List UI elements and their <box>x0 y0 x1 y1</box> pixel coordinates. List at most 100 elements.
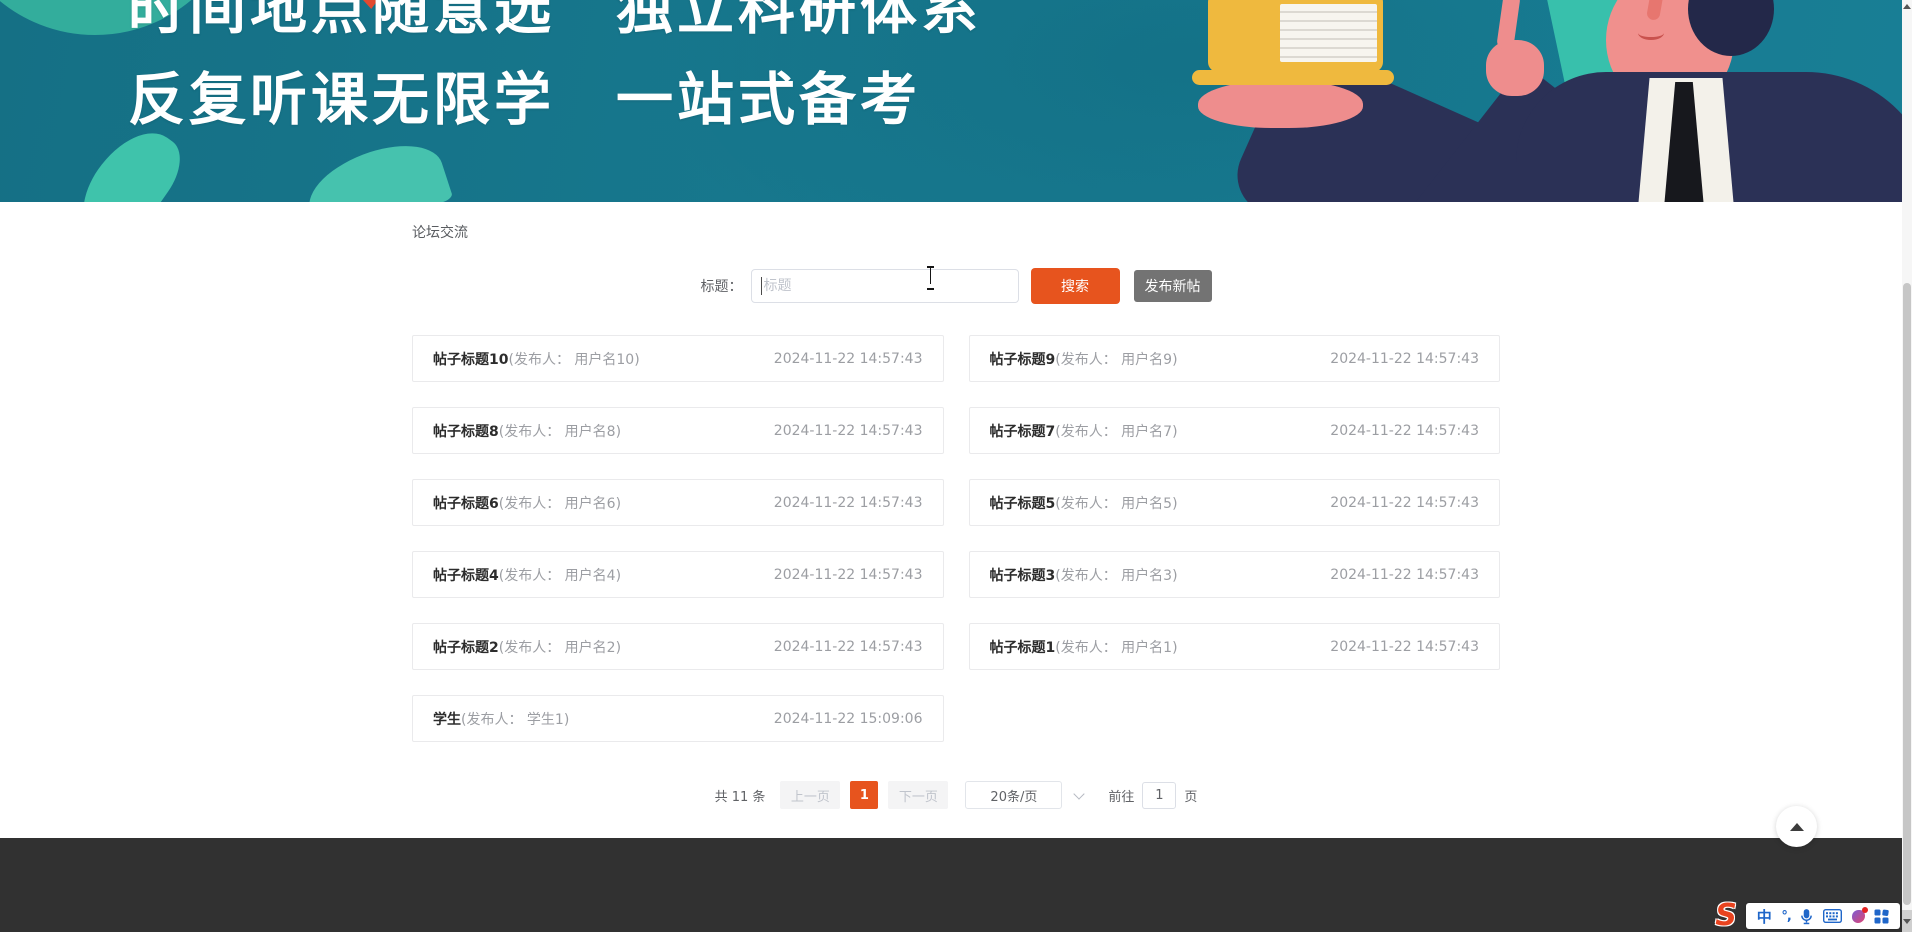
book-base-graphic <box>1192 70 1394 85</box>
banner-slogans: 时间地点随意选 独立科研体系 反复听课无限学 一站式备考 <box>128 0 982 135</box>
post-card[interactable]: 帖子标题9(发布人： 用户名9) 2024-11-22 14:57:43 <box>969 335 1501 382</box>
scroll-up-arrow-icon[interactable] <box>1903 4 1911 9</box>
page-1-button[interactable]: 1 <box>850 781 878 809</box>
post-byline: (发布人： 用户名1) <box>1055 640 1177 656</box>
post-title: 帖子标题10 <box>433 352 508 368</box>
post-byline: (发布人： 用户名4) <box>499 568 621 584</box>
post-card[interactable]: 帖子标题3(发布人： 用户名3) 2024-11-22 14:57:43 <box>969 551 1501 598</box>
chevron-down-icon[interactable] <box>1074 790 1084 800</box>
title-search-field <box>751 269 1019 303</box>
text-caret <box>761 277 762 295</box>
total-count-label: 共 11 条 <box>715 786 766 805</box>
ime-bar: 中 °, <box>1746 903 1900 929</box>
post-title: 帖子标题1 <box>990 640 1056 656</box>
post-byline: (发布人： 用户名8) <box>499 424 621 440</box>
microphone-icon[interactable] <box>1800 908 1813 925</box>
goto-page-input[interactable] <box>1142 782 1176 809</box>
keyboard-icon[interactable] <box>1823 909 1842 923</box>
ime-toolbox-icon[interactable] <box>1874 909 1889 924</box>
post-card[interactable]: 帖子标题1(发布人： 用户名1) 2024-11-22 14:57:43 <box>969 623 1501 670</box>
post-heading: 帖子标题3(发布人： 用户名3) <box>990 565 1178 585</box>
post-title: 帖子标题9 <box>990 352 1056 368</box>
post-time: 2024-11-22 14:57:43 <box>774 567 923 583</box>
post-grid: 帖子标题10(发布人： 用户名10) 2024-11-22 14:57:43 帖… <box>412 335 1500 742</box>
pointing-hand-graphic <box>1486 40 1544 96</box>
post-title: 帖子标题4 <box>433 568 499 584</box>
post-time: 2024-11-22 14:57:43 <box>774 495 923 511</box>
post-title: 帖子标题5 <box>990 496 1056 512</box>
post-heading: 帖子标题10(发布人： 用户名10) <box>433 349 640 369</box>
goto-suffix-label: 页 <box>1184 786 1197 805</box>
footer <box>0 838 1902 932</box>
post-time: 2024-11-22 14:57:43 <box>1330 351 1479 367</box>
screen: 时间地点随意选 独立科研体系 反复听课无限学 一站式备考 论坛交流 <box>0 0 1912 932</box>
post-heading: 帖子标题6(发布人： 用户名6) <box>433 493 621 513</box>
new-post-button[interactable]: 发布新帖 <box>1134 270 1212 302</box>
post-heading: 帖子标题7(发布人： 用户名7) <box>990 421 1178 441</box>
up-arrow-icon <box>1790 823 1804 831</box>
post-heading: 帖子标题9(发布人： 用户名9) <box>990 349 1178 369</box>
pagination: 共 11 条 上一页 1 下一页 20条/页 前往 页 <box>412 781 1500 809</box>
post-time: 2024-11-22 14:57:43 <box>1330 423 1479 439</box>
post-byline: (发布人： 用户名2) <box>499 640 621 656</box>
post-heading: 帖子标题8(发布人： 用户名8) <box>433 421 621 441</box>
next-page-button[interactable]: 下一页 <box>888 781 948 809</box>
post-card[interactable]: 帖子标题5(发布人： 用户名5) 2024-11-22 14:57:43 <box>969 479 1501 526</box>
banner-leaf-decoration <box>299 132 454 202</box>
chinese-mode-icon[interactable]: 中 <box>1757 906 1772 927</box>
post-byline: (发布人： 用户名3) <box>1055 568 1177 584</box>
main-content: 论坛交流 标题： 搜索 发布新帖 帖子标题10(发布人： 用户名10) 2024… <box>0 202 1902 838</box>
post-title: 帖子标题6 <box>433 496 499 512</box>
post-byline: (发布人： 用户名10) <box>508 352 639 368</box>
title-search-input[interactable] <box>751 269 1019 303</box>
scrollbar-thumb[interactable] <box>1903 283 1911 905</box>
post-time: 2024-11-22 14:57:43 <box>1330 495 1479 511</box>
book-pages-graphic <box>1280 4 1377 62</box>
search-bar: 标题： 搜索 发布新帖 <box>412 268 1500 304</box>
text-cursor-icon <box>926 266 935 286</box>
post-heading: 帖子标题5(发布人： 用户名5) <box>990 493 1178 513</box>
post-card[interactable]: 帖子标题10(发布人： 用户名10) 2024-11-22 14:57:43 <box>412 335 944 382</box>
post-title: 帖子标题3 <box>990 568 1056 584</box>
post-title: 帖子标题2 <box>433 640 499 656</box>
post-time: 2024-11-22 14:57:43 <box>774 351 923 367</box>
post-heading: 帖子标题2(发布人： 用户名2) <box>433 637 621 657</box>
post-byline: (发布人： 学生1) <box>461 712 569 728</box>
page-title: 论坛交流 <box>412 222 1500 242</box>
search-button[interactable]: 搜索 <box>1031 268 1120 304</box>
goto-label: 前往 <box>1108 786 1134 805</box>
post-title: 帖子标题8 <box>433 424 499 440</box>
person-smile-graphic <box>1638 26 1664 40</box>
post-title: 学生 <box>433 712 461 728</box>
post-time: 2024-11-22 14:57:43 <box>774 639 923 655</box>
post-card[interactable]: 帖子标题8(发布人： 用户名8) 2024-11-22 14:57:43 <box>412 407 944 454</box>
palm-graphic <box>1198 80 1363 128</box>
post-time: 2024-11-22 14:57:43 <box>1330 567 1479 583</box>
post-byline: (发布人： 用户名6) <box>499 496 621 512</box>
post-byline: (发布人： 用户名9) <box>1055 352 1177 368</box>
scrollbar[interactable] <box>1902 0 1912 932</box>
post-card[interactable]: 学生(发布人： 学生1) 2024-11-22 15:09:06 <box>412 695 944 742</box>
forum-container: 论坛交流 标题： 搜索 发布新帖 帖子标题10(发布人： 用户名10) 2024… <box>412 202 1500 809</box>
post-byline: (发布人： 用户名7) <box>1055 424 1177 440</box>
post-heading: 帖子标题4(发布人： 用户名4) <box>433 565 621 585</box>
banner-slogan-line2: 反复听课无限学 一站式备考 <box>128 65 982 135</box>
prev-page-button[interactable]: 上一页 <box>780 781 840 809</box>
ime-toolbar: S 中 °, <box>1708 900 1900 932</box>
post-card[interactable]: 帖子标题2(发布人： 用户名2) 2024-11-22 14:57:43 <box>412 623 944 670</box>
post-time: 2024-11-22 15:09:06 <box>774 711 923 727</box>
post-card[interactable]: 帖子标题4(发布人： 用户名4) 2024-11-22 14:57:43 <box>412 551 944 598</box>
post-card[interactable]: 帖子标题6(发布人： 用户名6) 2024-11-22 14:57:43 <box>412 479 944 526</box>
post-card[interactable]: 帖子标题7(发布人： 用户名7) 2024-11-22 14:57:43 <box>969 407 1501 454</box>
post-heading: 帖子标题1(发布人： 用户名1) <box>990 637 1178 657</box>
post-time: 2024-11-22 14:57:43 <box>1330 639 1479 655</box>
post-byline: (发布人： 用户名5) <box>1055 496 1177 512</box>
page-size-value: 20条/页 <box>990 786 1037 805</box>
post-heading: 学生(发布人： 学生1) <box>433 709 569 729</box>
sogou-logo-icon[interactable]: S <box>1708 900 1744 932</box>
punctuation-icon[interactable]: °, <box>1781 909 1790 924</box>
page-size-select[interactable]: 20条/页 <box>965 781 1062 809</box>
ime-skin-icon[interactable] <box>1852 910 1865 923</box>
back-to-top-button[interactable] <box>1776 806 1817 847</box>
scroll-down-arrow-icon[interactable] <box>1902 910 1912 932</box>
